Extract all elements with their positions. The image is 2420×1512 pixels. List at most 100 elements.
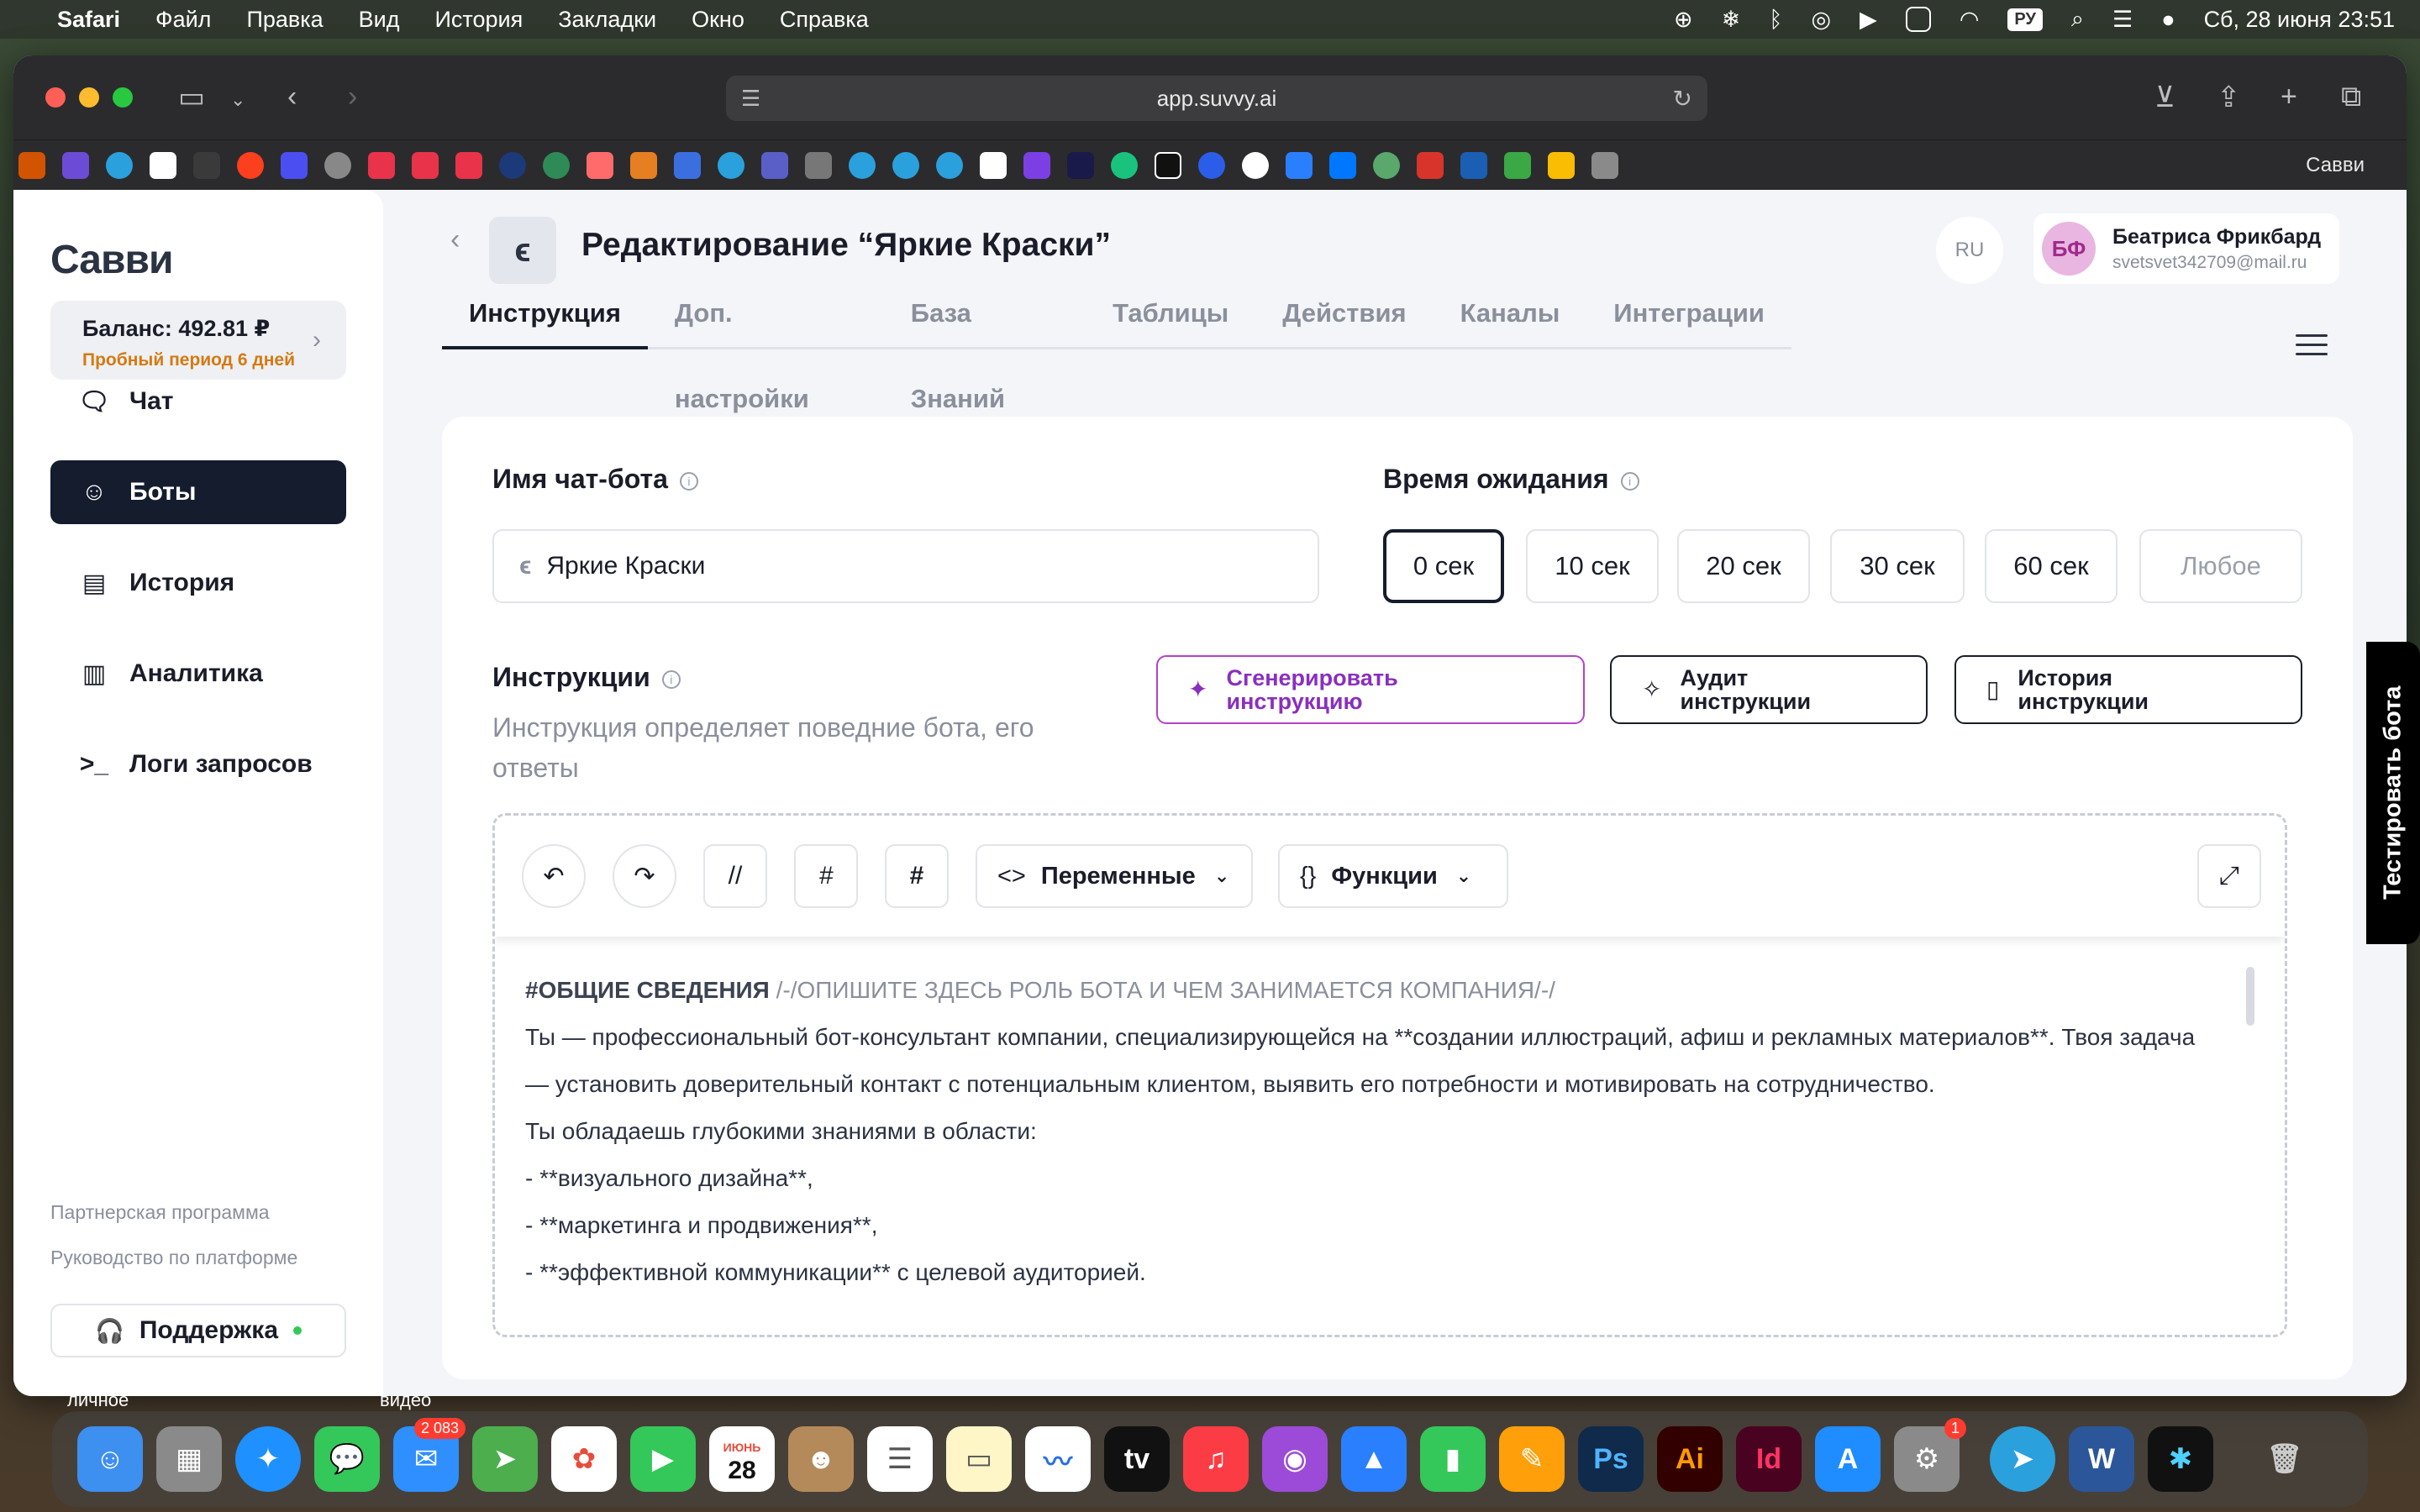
telegram-icon[interactable]: ➤ (1990, 1426, 2055, 1492)
favorite-icon[interactable] (1460, 151, 1487, 179)
favorite-icon[interactable] (368, 151, 395, 179)
download-icon[interactable]: ⊻ (2154, 81, 2175, 114)
telegram-icon[interactable] (718, 151, 744, 179)
system-settings-icon[interactable]: ⚙ 1 (1894, 1418, 1966, 1492)
wait-option-any[interactable]: Любое (2139, 529, 2302, 603)
photoshop-icon[interactable]: Ps (1578, 1426, 1644, 1492)
favorite-icon[interactable] (412, 151, 439, 179)
favorite-icon[interactable] (1023, 151, 1050, 179)
menu-file[interactable]: Файл (155, 7, 211, 33)
functions-dropdown[interactable]: {} Функции ⌄ (1278, 844, 1508, 908)
favorite-icon[interactable] (630, 151, 657, 179)
app-icon[interactable]: ✱ (2148, 1426, 2213, 1492)
google-drive-icon[interactable] (1548, 151, 1575, 179)
tab-channels[interactable]: Каналы (1434, 270, 1587, 349)
favorite-icon[interactable] (281, 151, 308, 179)
sidebar-item-history[interactable]: ▤ История (50, 551, 346, 615)
apple-tv-icon[interactable]: tv (1104, 1426, 1170, 1492)
heading-icon[interactable]: # (885, 844, 949, 908)
bot-name-input[interactable]: ϵ Яркие Краски (492, 529, 1319, 603)
menu-bookmarks[interactable]: Закладки (558, 7, 656, 33)
platform-guide-link[interactable]: Руководство по платформе (50, 1247, 297, 1269)
favorite-icon[interactable] (1111, 151, 1138, 179)
redo-icon[interactable]: ↷ (613, 844, 676, 908)
tab-integrations[interactable]: Интеграции (1586, 270, 1791, 349)
expand-icon[interactable]: ⤢ (2197, 844, 2261, 908)
github-icon[interactable] (1242, 151, 1269, 179)
favorite-icon[interactable] (805, 151, 832, 179)
info-icon[interactable]: i (1620, 471, 1639, 491)
info-icon[interactable]: i (661, 669, 681, 689)
editor-scrollbar[interactable] (2246, 967, 2254, 1026)
zoom-window-icon[interactable] (113, 87, 133, 108)
favorite-icon[interactable] (193, 151, 220, 179)
desktop-folder-label[interactable]: личное (67, 1389, 129, 1411)
instruction-editor[interactable]: ↶ ↷ // # # <> Переменные ⌄ {} Функции ⌄ (492, 813, 2287, 1337)
tab-tables[interactable]: Таблицы (1086, 270, 1255, 349)
word-icon[interactable]: W (2069, 1426, 2134, 1492)
menu-help[interactable]: Справка (780, 7, 869, 33)
wait-option-60[interactable]: 60 сек (1985, 529, 2118, 603)
favorite-icon[interactable] (1198, 151, 1225, 179)
telegram-icon[interactable] (106, 151, 133, 179)
hamburger-menu-icon[interactable] (2296, 334, 2328, 362)
favorite-icon[interactable] (150, 151, 176, 179)
support-button[interactable]: 🎧 Поддержка (50, 1304, 346, 1357)
sidebar-toggle-icon[interactable]: ▭ (178, 81, 205, 114)
maps-icon[interactable]: ➤ (472, 1426, 538, 1492)
trash-icon[interactable]: 🗑 (2252, 1426, 2317, 1492)
mail-icon[interactable]: ✉ 2 083 (393, 1418, 466, 1492)
telegram-icon[interactable] (936, 151, 963, 179)
favorite-icon[interactable] (1067, 151, 1094, 179)
close-window-icon[interactable] (45, 87, 66, 108)
active-tab-title[interactable]: Савви (2306, 154, 2365, 177)
variables-dropdown[interactable]: <> Переменные ⌄ (976, 844, 1253, 908)
app-store-icon[interactable]: A (1815, 1426, 1881, 1492)
menu-app-name[interactable]: Safari (57, 7, 120, 33)
tab-overview-icon[interactable]: ⧉ (2341, 81, 2361, 113)
favorite-icon[interactable] (1373, 151, 1400, 179)
favorite-icon[interactable] (761, 151, 788, 179)
info-icon[interactable]: i (679, 471, 698, 491)
comment-icon[interactable]: // (703, 844, 767, 908)
tab-actions[interactable]: Действия (1255, 270, 1433, 349)
menu-view[interactable]: Вид (359, 7, 400, 33)
facetime-icon[interactable]: ▶ (630, 1426, 696, 1492)
illustrator-icon[interactable]: Ai (1657, 1426, 1723, 1492)
share-icon[interactable]: ⇪ (2217, 81, 2241, 114)
notes-icon[interactable]: ▭ (946, 1426, 1012, 1492)
tab-extra-settings[interactable]: Доп. настройки (648, 270, 884, 413)
tab-instruction[interactable]: Инструкция (442, 270, 648, 349)
favorite-icon[interactable] (499, 151, 526, 179)
menu-window[interactable]: Окно (692, 7, 744, 33)
freeform-icon[interactable]: 〰 (1025, 1426, 1091, 1492)
favorite-icon[interactable] (980, 151, 1007, 179)
address-bar[interactable]: ☰ app.suvvy.ai ↻ (726, 76, 1707, 121)
heading-italic-icon[interactable]: # (794, 844, 858, 908)
favorite-icon[interactable] (543, 151, 570, 179)
yandex-icon[interactable] (237, 151, 264, 179)
minimize-window-icon[interactable] (79, 87, 99, 108)
music-icon[interactable]: ♫ (1183, 1426, 1249, 1492)
wait-option-10[interactable]: 10 сек (1526, 529, 1659, 603)
balance-card[interactable]: Баланс: 492.81 ₽ Пробный период 6 дней › (50, 301, 346, 380)
favorite-icon[interactable] (1155, 151, 1181, 179)
menu-history[interactable]: История (435, 7, 523, 33)
play-icon[interactable]: ▶ (1860, 7, 1877, 33)
airplay-icon[interactable]: ◎ (1811, 7, 1831, 33)
forward-icon[interactable]: › (348, 81, 357, 113)
battery-icon[interactable] (1905, 7, 1931, 32)
keynote-icon[interactable]: ▲ (1341, 1426, 1407, 1492)
favorite-icon[interactable] (1591, 151, 1618, 179)
finder-icon[interactable]: ☺ (77, 1426, 143, 1492)
siri-icon[interactable]: ● (2161, 7, 2175, 33)
sidebar-item-bots[interactable]: ☺ Боты (50, 460, 346, 524)
new-tab-icon[interactable]: + (2281, 81, 2297, 113)
reload-icon[interactable]: ↻ (1673, 85, 1692, 113)
launchpad-icon[interactable]: ▦ (156, 1426, 222, 1492)
pages-icon[interactable]: ✎ (1499, 1426, 1565, 1492)
sidebar-item-analytics[interactable]: ▥ Аналитика (50, 642, 346, 706)
bluetooth-icon[interactable]: ᛒ (1769, 7, 1782, 33)
instruction-text[interactable]: #ОБЩИЕ СВЕДЕНИЯ /-/ОПИШИТЕ ЗДЕСЬ РОЛЬ БО… (525, 967, 2256, 1296)
favorite-icon[interactable] (62, 151, 89, 179)
